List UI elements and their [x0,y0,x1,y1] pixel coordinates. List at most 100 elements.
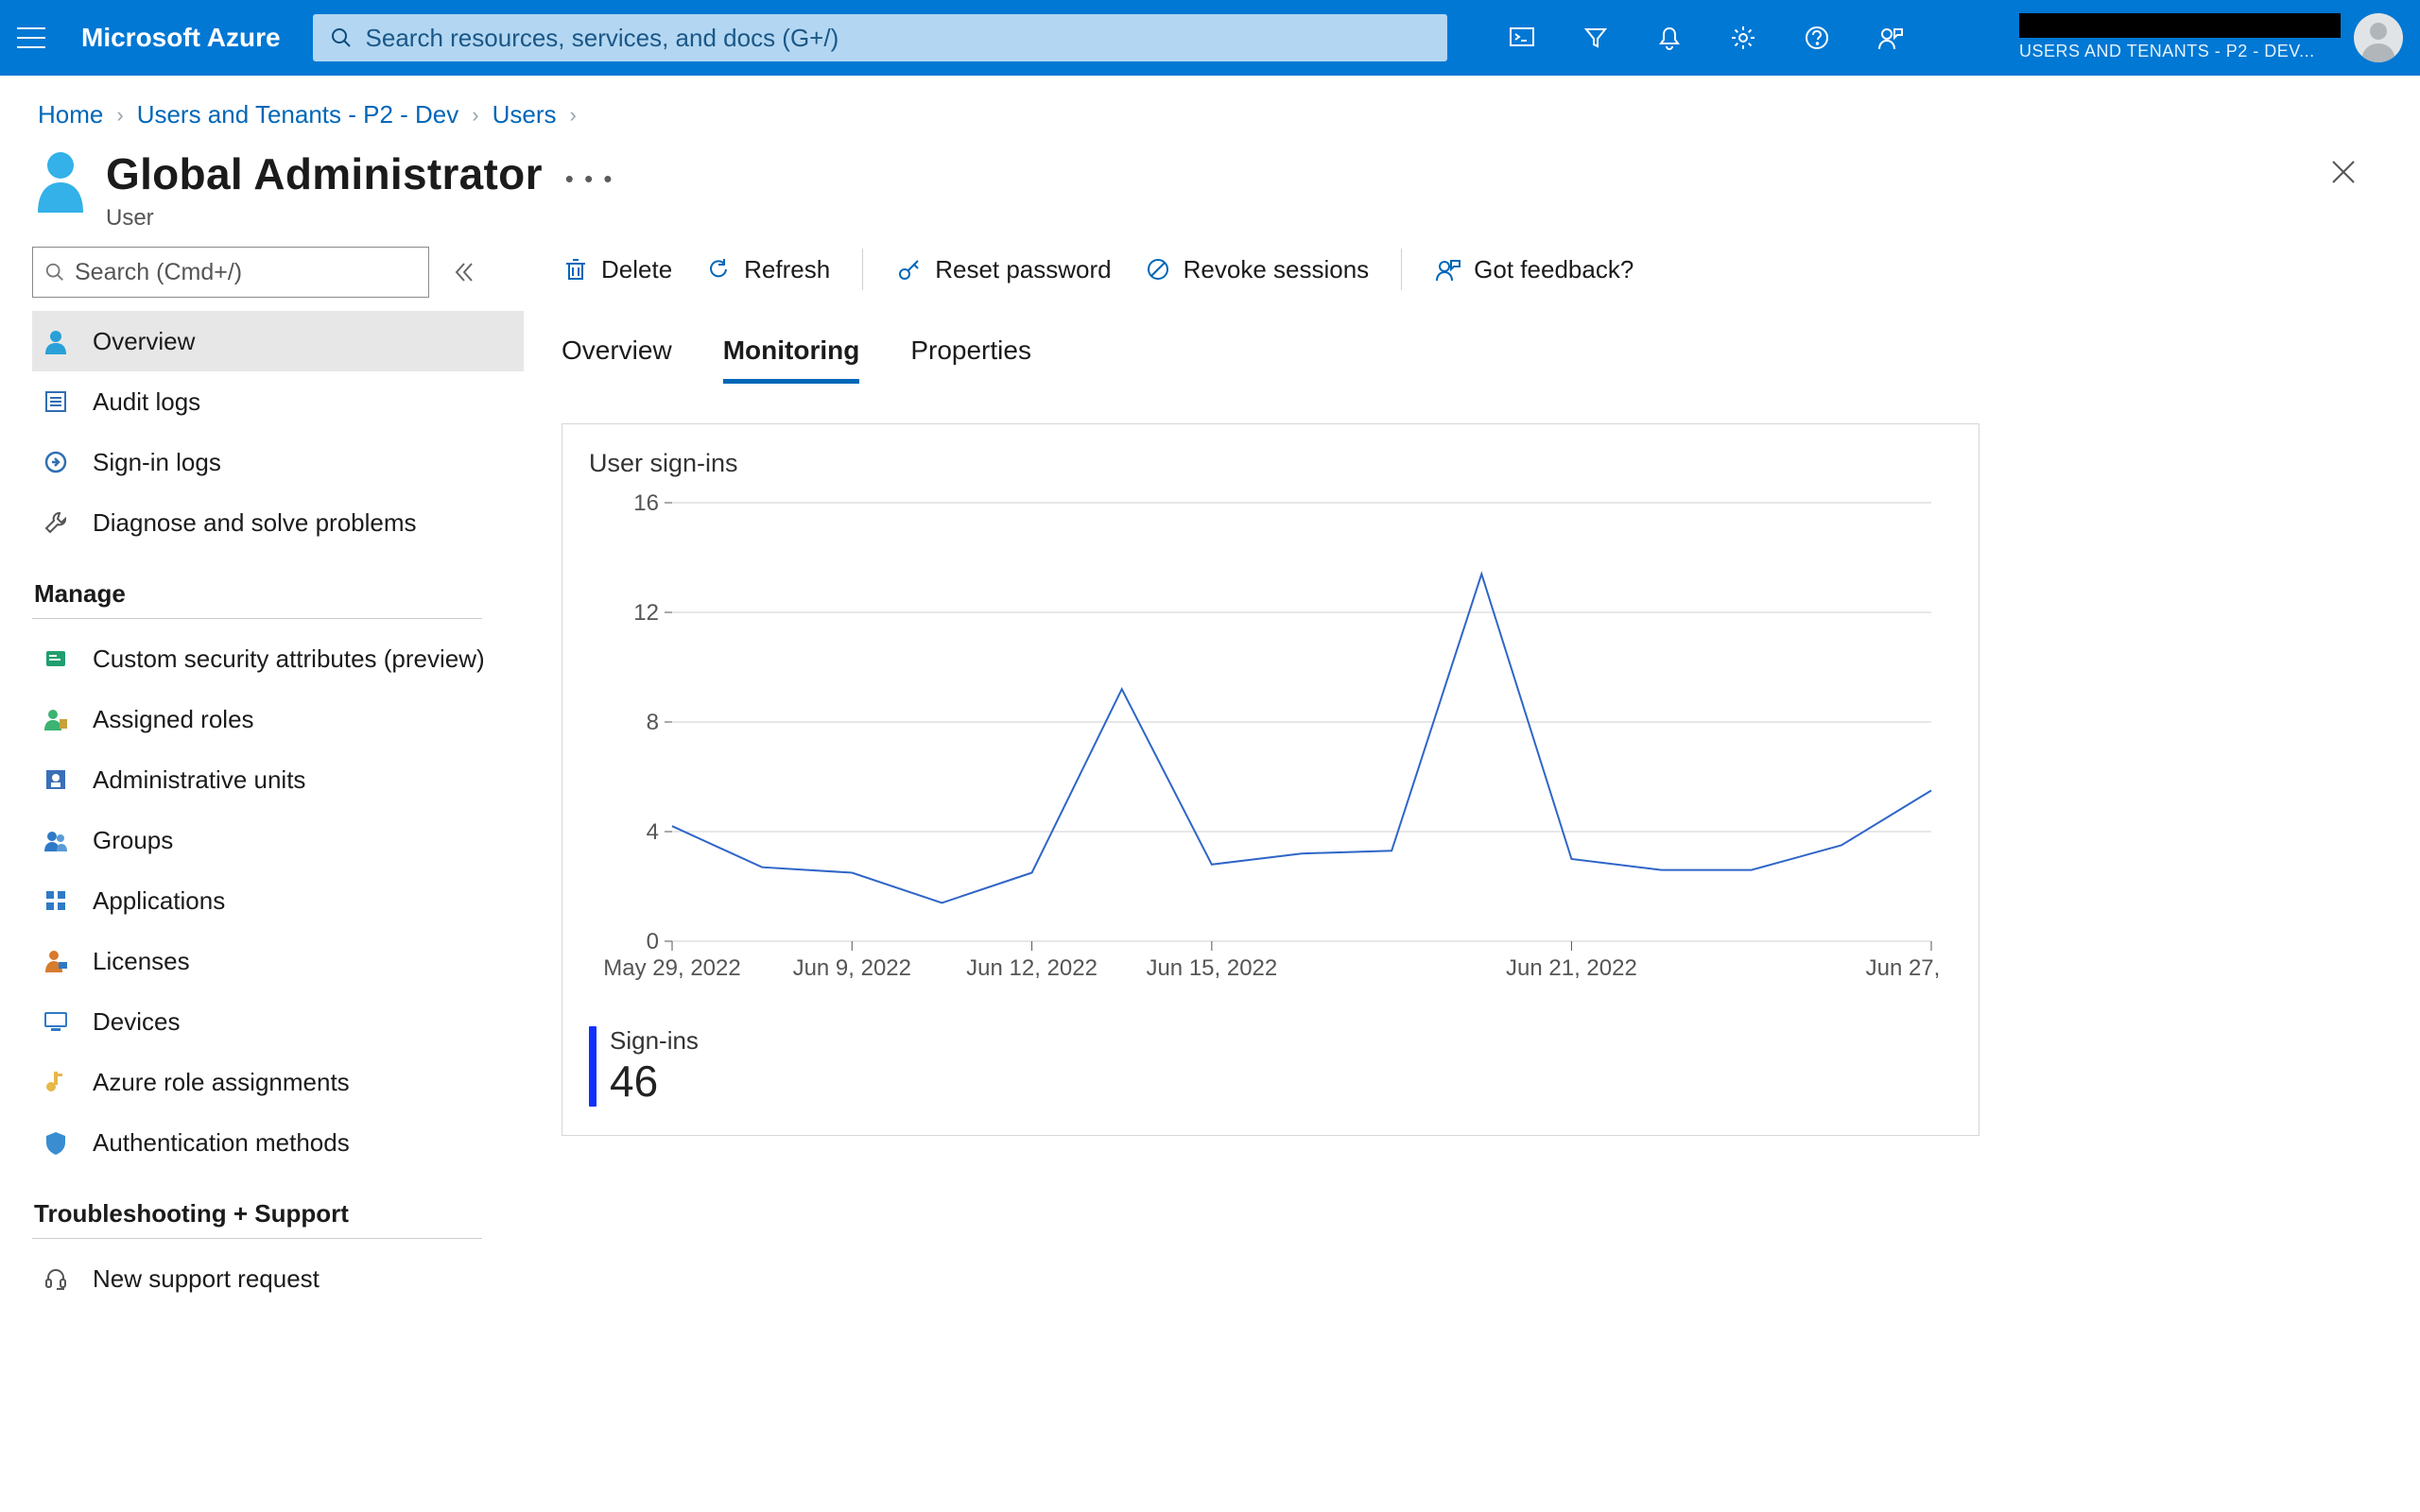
feedback-icon [1434,255,1462,284]
got-feedback-button[interactable]: Got feedback? [1434,255,1634,284]
person-feedback-icon [1876,24,1905,52]
sidebar-item-label: New support request [93,1264,320,1294]
separator [1401,249,1402,290]
sidebar-item-label: Custom security attributes (preview) [93,644,485,674]
feedback-top-button[interactable] [1854,0,1927,76]
chevron-right-icon: › [116,103,123,128]
breadcrumb-tenant[interactable]: Users and Tenants - P2 - Dev [137,100,459,129]
reset-password-button[interactable]: Reset password [895,255,1111,284]
notifications-button[interactable] [1633,0,1706,76]
chevron-double-left-icon [451,259,477,285]
delete-button[interactable]: Delete [562,255,672,284]
sidebar-item-label: Groups [93,826,173,855]
summary-value: 46 [610,1056,699,1107]
chart-summary: Sign-ins 46 [589,1026,1952,1107]
svg-text:May 29, 2022: May 29, 2022 [603,955,740,981]
sidebar-item-authentication-methods[interactable]: Authentication methods [32,1112,524,1173]
refresh-button[interactable]: Refresh [704,255,830,284]
wrench-icon [38,505,74,541]
sidebar-item-label: Applications [93,886,225,916]
svg-text:Jun 27, 2022: Jun 27, 2022 [1866,955,1941,981]
summary-label: Sign-ins [610,1026,699,1056]
tabs: Overview Monitoring Properties [562,335,2363,384]
account-email-redacted [2019,13,2341,38]
svg-text:Jun 9, 2022: Jun 9, 2022 [793,955,911,981]
directories-button[interactable] [1559,0,1633,76]
chevron-right-icon: › [570,103,577,128]
arrow-circle-icon [38,444,74,480]
chart[interactable]: 0481216May 29, 2022Jun 9, 2022Jun 12, 20… [598,488,1941,998]
gear-icon [1729,24,1757,52]
close-blade-button[interactable] [2320,148,2367,200]
sidebar-section-trouble: Troubleshooting + Support [32,1173,482,1239]
sidebar-item-label: Administrative units [93,765,305,795]
tab-properties[interactable]: Properties [910,335,1031,384]
sidebar: Search (Cmd+/) Overview Audit logsSign-in… [32,247,524,1309]
list-icon [38,384,74,420]
search-icon [330,26,353,49]
block-icon [1144,255,1172,284]
tab-overview[interactable]: Overview [562,335,672,384]
admin-unit-icon [38,762,74,798]
global-search-placeholder: Search resources, services, and docs (G+… [366,24,839,53]
tab-monitoring[interactable]: Monitoring [723,335,860,384]
cloud-shell-icon [1508,24,1536,52]
tenant-name: USERS AND TENANTS - P2 - DEV... [2019,42,2315,62]
breadcrumb: Home › Users and Tenants - P2 - Dev › Us… [0,76,2420,139]
badge-icon [38,641,74,677]
breadcrumb-home[interactable]: Home [38,100,103,129]
sidebar-item-new-support-request[interactable]: New support request [32,1248,524,1309]
svg-text:0: 0 [647,929,659,954]
sidebar-item-assigned-roles[interactable]: Assigned roles [32,689,524,749]
page-subtitle: User [106,205,614,232]
sidebar-item-label: Azure role assignments [93,1068,350,1097]
sidebar-item-overview[interactable]: Overview [32,311,524,371]
help-icon [1803,24,1831,52]
svg-text:4: 4 [647,819,659,845]
more-actions-button[interactable]: • • • [565,155,614,194]
tenant-block[interactable]: USERS AND TENANTS - P2 - DEV... [2019,13,2403,62]
sidebar-search[interactable]: Search (Cmd+/) [32,247,429,298]
device-icon [38,1004,74,1040]
global-search[interactable]: Search resources, services, and docs (G+… [313,14,1447,61]
person-role-icon [38,701,74,737]
sidebar-item-label: Authentication methods [93,1128,350,1158]
sidebar-item-label: Licenses [93,947,190,976]
separator [862,249,863,290]
sidebar-item-azure-role-assignments[interactable]: Azure role assignments [32,1052,524,1112]
settings-button[interactable] [1706,0,1780,76]
search-icon [44,262,65,283]
avatar[interactable] [2354,13,2403,62]
svg-text:Jun 15, 2022: Jun 15, 2022 [1146,955,1277,981]
sidebar-item-groups[interactable]: Groups [32,810,524,870]
sidebar-item-administrative-units[interactable]: Administrative units [32,749,524,810]
sidebar-item-custom-security-attributes-preview[interactable]: Custom security attributes (preview) [32,628,524,689]
command-bar: Delete Refresh Reset password Revoke ses… [562,247,2363,311]
cloud-shell-button[interactable] [1485,0,1559,76]
page-title: Global Administrator [106,148,543,199]
person-icon [38,323,74,359]
revoke-sessions-button[interactable]: Revoke sessions [1144,255,1370,284]
sidebar-item-devices[interactable]: Devices [32,991,524,1052]
sidebar-item-licenses[interactable]: Licenses [32,931,524,991]
refresh-icon [704,255,733,284]
trash-icon [562,255,590,284]
sidebar-item-diagnose-and-solve-problems[interactable]: Diagnose and solve problems [32,492,524,553]
chart-title: User sign-ins [589,449,1952,478]
sidebar-item-sign-in-logs[interactable]: Sign-in logs [32,432,524,492]
svg-text:8: 8 [647,710,659,735]
svg-text:Jun 12, 2022: Jun 12, 2022 [966,955,1098,981]
shield-icon [38,1125,74,1160]
sidebar-item-audit-logs[interactable]: Audit logs [32,371,524,432]
help-button[interactable] [1780,0,1854,76]
main-pane: Delete Refresh Reset password Revoke ses… [524,247,2420,1309]
menu-toggle[interactable] [17,16,60,60]
sidebar-item-label: Overview [93,327,195,356]
avatar-icon [2354,13,2403,62]
collapse-sidebar-button[interactable] [448,256,480,288]
topbar: Microsoft Azure Search resources, servic… [0,0,2420,76]
sidebar-item-applications[interactable]: Applications [32,870,524,931]
close-icon [2327,156,2360,188]
breadcrumb-users[interactable]: Users [493,100,557,129]
license-icon [38,943,74,979]
